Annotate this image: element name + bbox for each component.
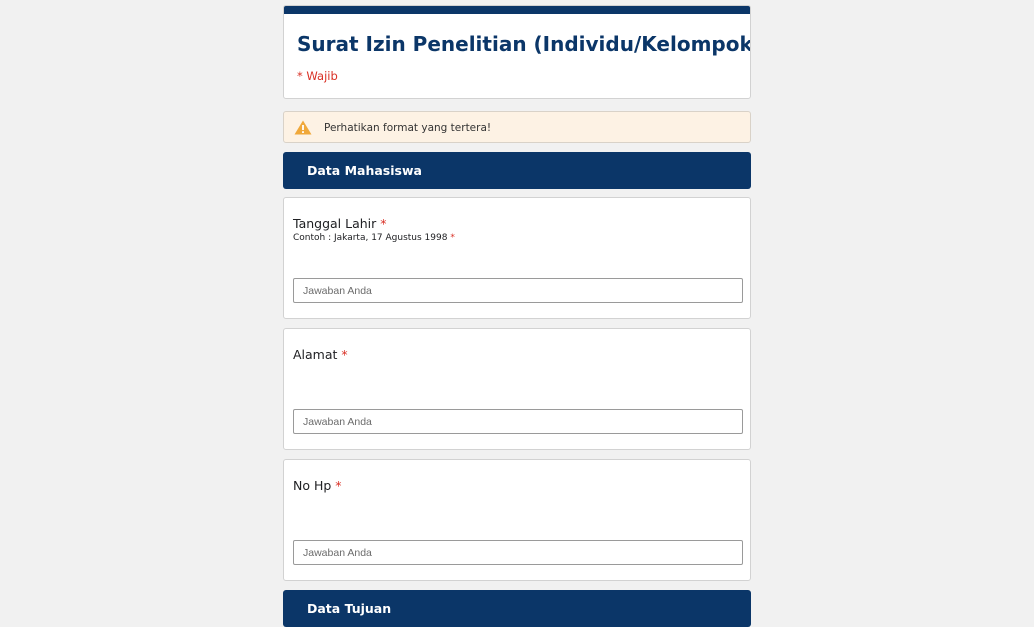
answer-input-no-hp[interactable] — [293, 540, 743, 565]
question-card-alamat: Alamat * — [283, 328, 751, 450]
question-label: No Hp * — [293, 478, 342, 493]
warning-icon — [294, 120, 312, 135]
question-card-tanggal-lahir: Tanggal Lahir * Contoh : Jakarta, 17 Agu… — [283, 197, 751, 319]
warning-banner: Perhatikan format yang tertera! — [283, 111, 751, 143]
required-asterisk: * — [380, 216, 387, 231]
required-asterisk: * — [335, 478, 342, 493]
question-label: Tanggal Lahir * — [293, 216, 387, 231]
question-hint-text: Contoh : Jakarta, 17 Agustus 1998 — [293, 233, 448, 243]
section-title: Data Mahasiswa — [307, 163, 422, 178]
hint-required-asterisk: * — [450, 233, 455, 243]
question-label-text: Alamat — [293, 347, 338, 362]
question-label: Alamat * — [293, 347, 348, 362]
required-asterisk: * — [341, 347, 348, 362]
title-accent-bar — [284, 6, 750, 14]
section-header-data-mahasiswa: Data Mahasiswa — [283, 152, 751, 189]
answer-input-tanggal-lahir[interactable] — [293, 278, 743, 303]
warning-text: Perhatikan format yang tertera! — [324, 122, 492, 134]
section-title: Data Tujuan — [307, 601, 392, 616]
question-label-text: No Hp — [293, 478, 332, 493]
form-title-card: Surat Izin Penelitian (Individu/Kelompok… — [283, 5, 751, 99]
form-title: Surat Izin Penelitian (Individu/Kelompok… — [297, 32, 751, 56]
question-card-no-hp: No Hp * — [283, 459, 751, 581]
section-header-data-tujuan: Data Tujuan — [283, 590, 751, 627]
question-hint: Contoh : Jakarta, 17 Agustus 1998 * — [293, 233, 455, 243]
answer-input-alamat[interactable] — [293, 409, 743, 434]
required-note: * Wajib — [297, 69, 338, 83]
question-label-text: Tanggal Lahir — [293, 216, 377, 231]
